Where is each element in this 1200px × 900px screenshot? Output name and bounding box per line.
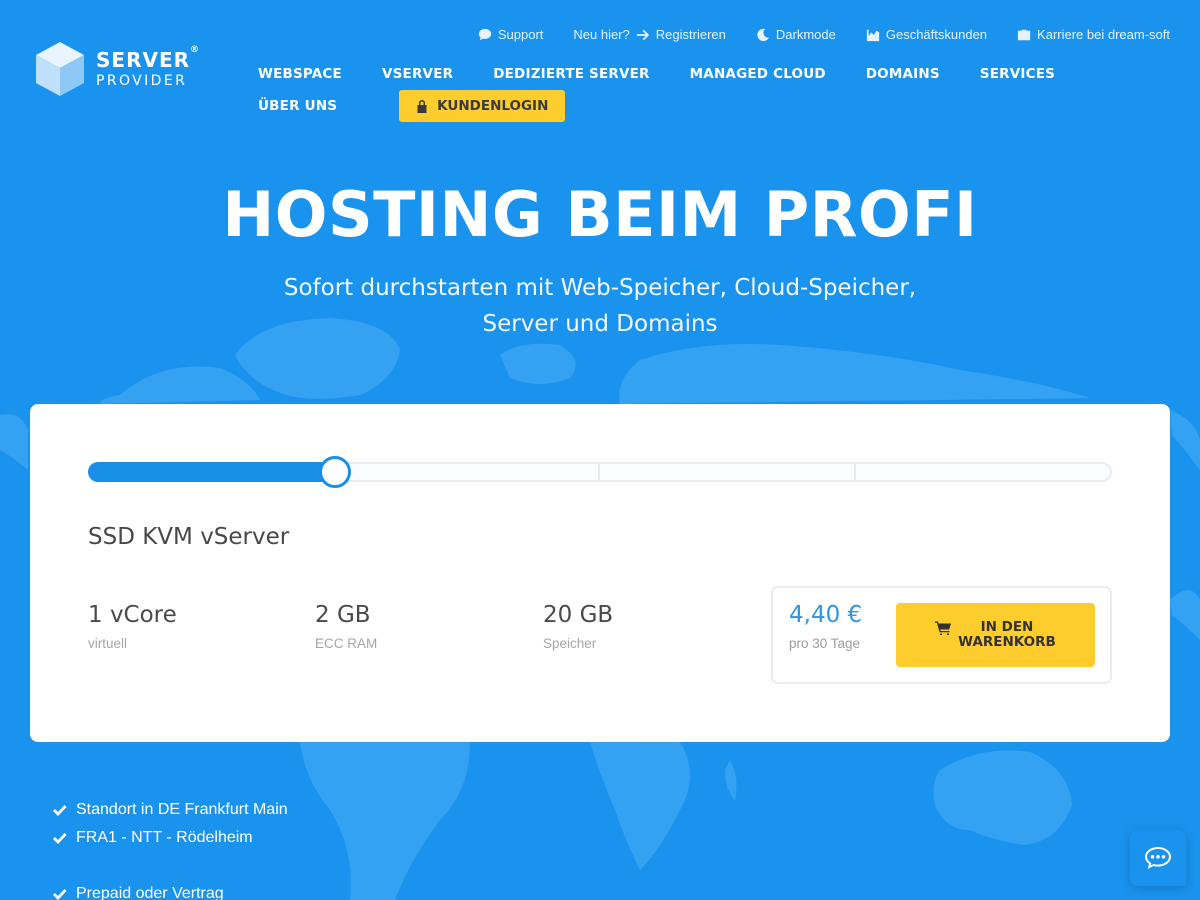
nav-vserver[interactable]: VSERVER <box>382 66 453 82</box>
darkmode-toggle[interactable]: Darkmode <box>756 27 836 42</box>
darkmode-label: Darkmode <box>775 27 836 42</box>
plan-slider[interactable] <box>88 456 1112 488</box>
support-label: Support <box>497 27 544 42</box>
check-icon <box>53 804 67 816</box>
feature-label: FRA1 - NTT - Rödelheim <box>76 829 253 846</box>
spec-cpu: 1 vCore virtuell <box>88 602 177 651</box>
feature-item: Standort in DE Frankfurt Main <box>52 796 288 824</box>
support-link[interactable]: Support <box>478 27 544 42</box>
spec-storage: 20 GB Speicher <box>543 602 613 651</box>
nav-webspace[interactable]: WEBSPACE <box>258 66 342 82</box>
chat-bubble-icon <box>478 28 491 40</box>
customer-login-label: KUNDENLOGIN <box>437 98 549 114</box>
new-here-label: Neu hier? <box>573 27 630 42</box>
nav-dedicated-server[interactable]: DEDIZIERTE SERVER <box>493 66 649 82</box>
product-name: SSD KVM vServer <box>88 524 290 550</box>
moon-icon <box>757 28 769 41</box>
feature-list: Standort in DE Frankfurt Main FRA1 - NTT… <box>52 796 288 900</box>
feature-label: Prepaid oder Vertrag <box>76 885 224 900</box>
spec-unit: ECC RAM <box>315 636 378 651</box>
registered-mark: ® <box>190 45 201 55</box>
hero-subtitle-line2: Server und Domains <box>482 311 718 337</box>
slider-tick <box>598 464 600 480</box>
brand-name-line1: SERVER <box>96 48 191 72</box>
nav-about-us[interactable]: ÜBER UNS <box>258 98 337 114</box>
cart-label-line2: WARENKORB <box>958 634 1056 650</box>
brand-logo[interactable]: SERVER ® PROVIDER <box>34 40 199 98</box>
brand-name-line2: PROVIDER <box>96 73 188 89</box>
register-link[interactable]: Neu hier? Registrieren <box>573 27 725 42</box>
check-icon <box>53 832 67 844</box>
chat-widget-button[interactable] <box>1130 830 1186 886</box>
spec-unit: virtuell <box>88 636 128 651</box>
feature-item: Prepaid oder Vertrag <box>52 880 288 900</box>
hero-title: HOSTING BEIM PROFI <box>222 178 978 251</box>
product-configurator-card: SSD KVM vServer 1 vCore virtuell 2 GB EC… <box>30 404 1170 742</box>
chart-icon <box>866 29 879 41</box>
hero-subtitle: Sofort durchstarten mit Web-Speicher, Cl… <box>250 270 950 342</box>
slider-tick <box>854 464 856 480</box>
top-utility-bar: Support Neu hier? Registrieren Darkmode … <box>478 27 1170 42</box>
nav-services[interactable]: SERVICES <box>980 66 1055 82</box>
spec-ram: 2 GB ECC RAM <box>315 602 377 651</box>
cube-logo-icon <box>36 42 84 96</box>
briefcase-icon <box>1017 29 1031 40</box>
business-link[interactable]: Geschäftskunden <box>866 27 987 42</box>
spec-value: 1 vCore <box>88 602 177 628</box>
cart-label-line1: IN DEN <box>980 619 1034 635</box>
nav-domains[interactable]: DOMAINS <box>866 66 940 82</box>
check-icon <box>53 888 67 900</box>
career-label: Karriere bei dream-soft <box>1037 27 1170 42</box>
price-value: 4,40 € <box>789 602 863 628</box>
nav-managed-cloud[interactable]: MANAGED CLOUD <box>690 66 826 82</box>
price-box: 4,40 € pro 30 Tage IN DEN WARENKORB <box>771 586 1112 684</box>
hero-subtitle-line1: Sofort durchstarten mit Web-Speicher, Cl… <box>283 275 917 301</box>
career-link[interactable]: Karriere bei dream-soft <box>1017 27 1170 42</box>
lock-icon <box>417 100 427 113</box>
feature-item: FRA1 - NTT - Rödelheim <box>52 824 288 852</box>
register-label: Registrieren <box>655 27 726 42</box>
spec-unit: Speicher <box>543 636 597 651</box>
spec-value: 2 GB <box>315 602 371 628</box>
feature-label: Standort in DE Frankfurt Main <box>76 801 288 818</box>
chat-widget-icon <box>1145 847 1171 869</box>
spec-value: 20 GB <box>543 602 614 628</box>
slider-fill <box>88 462 335 482</box>
add-to-cart-button[interactable]: IN DEN WARENKORB <box>896 603 1095 667</box>
customer-login-button[interactable]: KUNDENLOGIN <box>399 90 566 122</box>
arrow-right-icon <box>636 29 649 40</box>
main-navigation: WEBSPACE VSERVER DEDIZIERTE SERVER MANAG… <box>258 64 1158 122</box>
business-label: Geschäftskunden <box>885 27 988 42</box>
price-period: pro 30 Tage <box>789 636 861 651</box>
cart-icon <box>935 621 952 635</box>
slider-handle[interactable] <box>319 456 351 488</box>
